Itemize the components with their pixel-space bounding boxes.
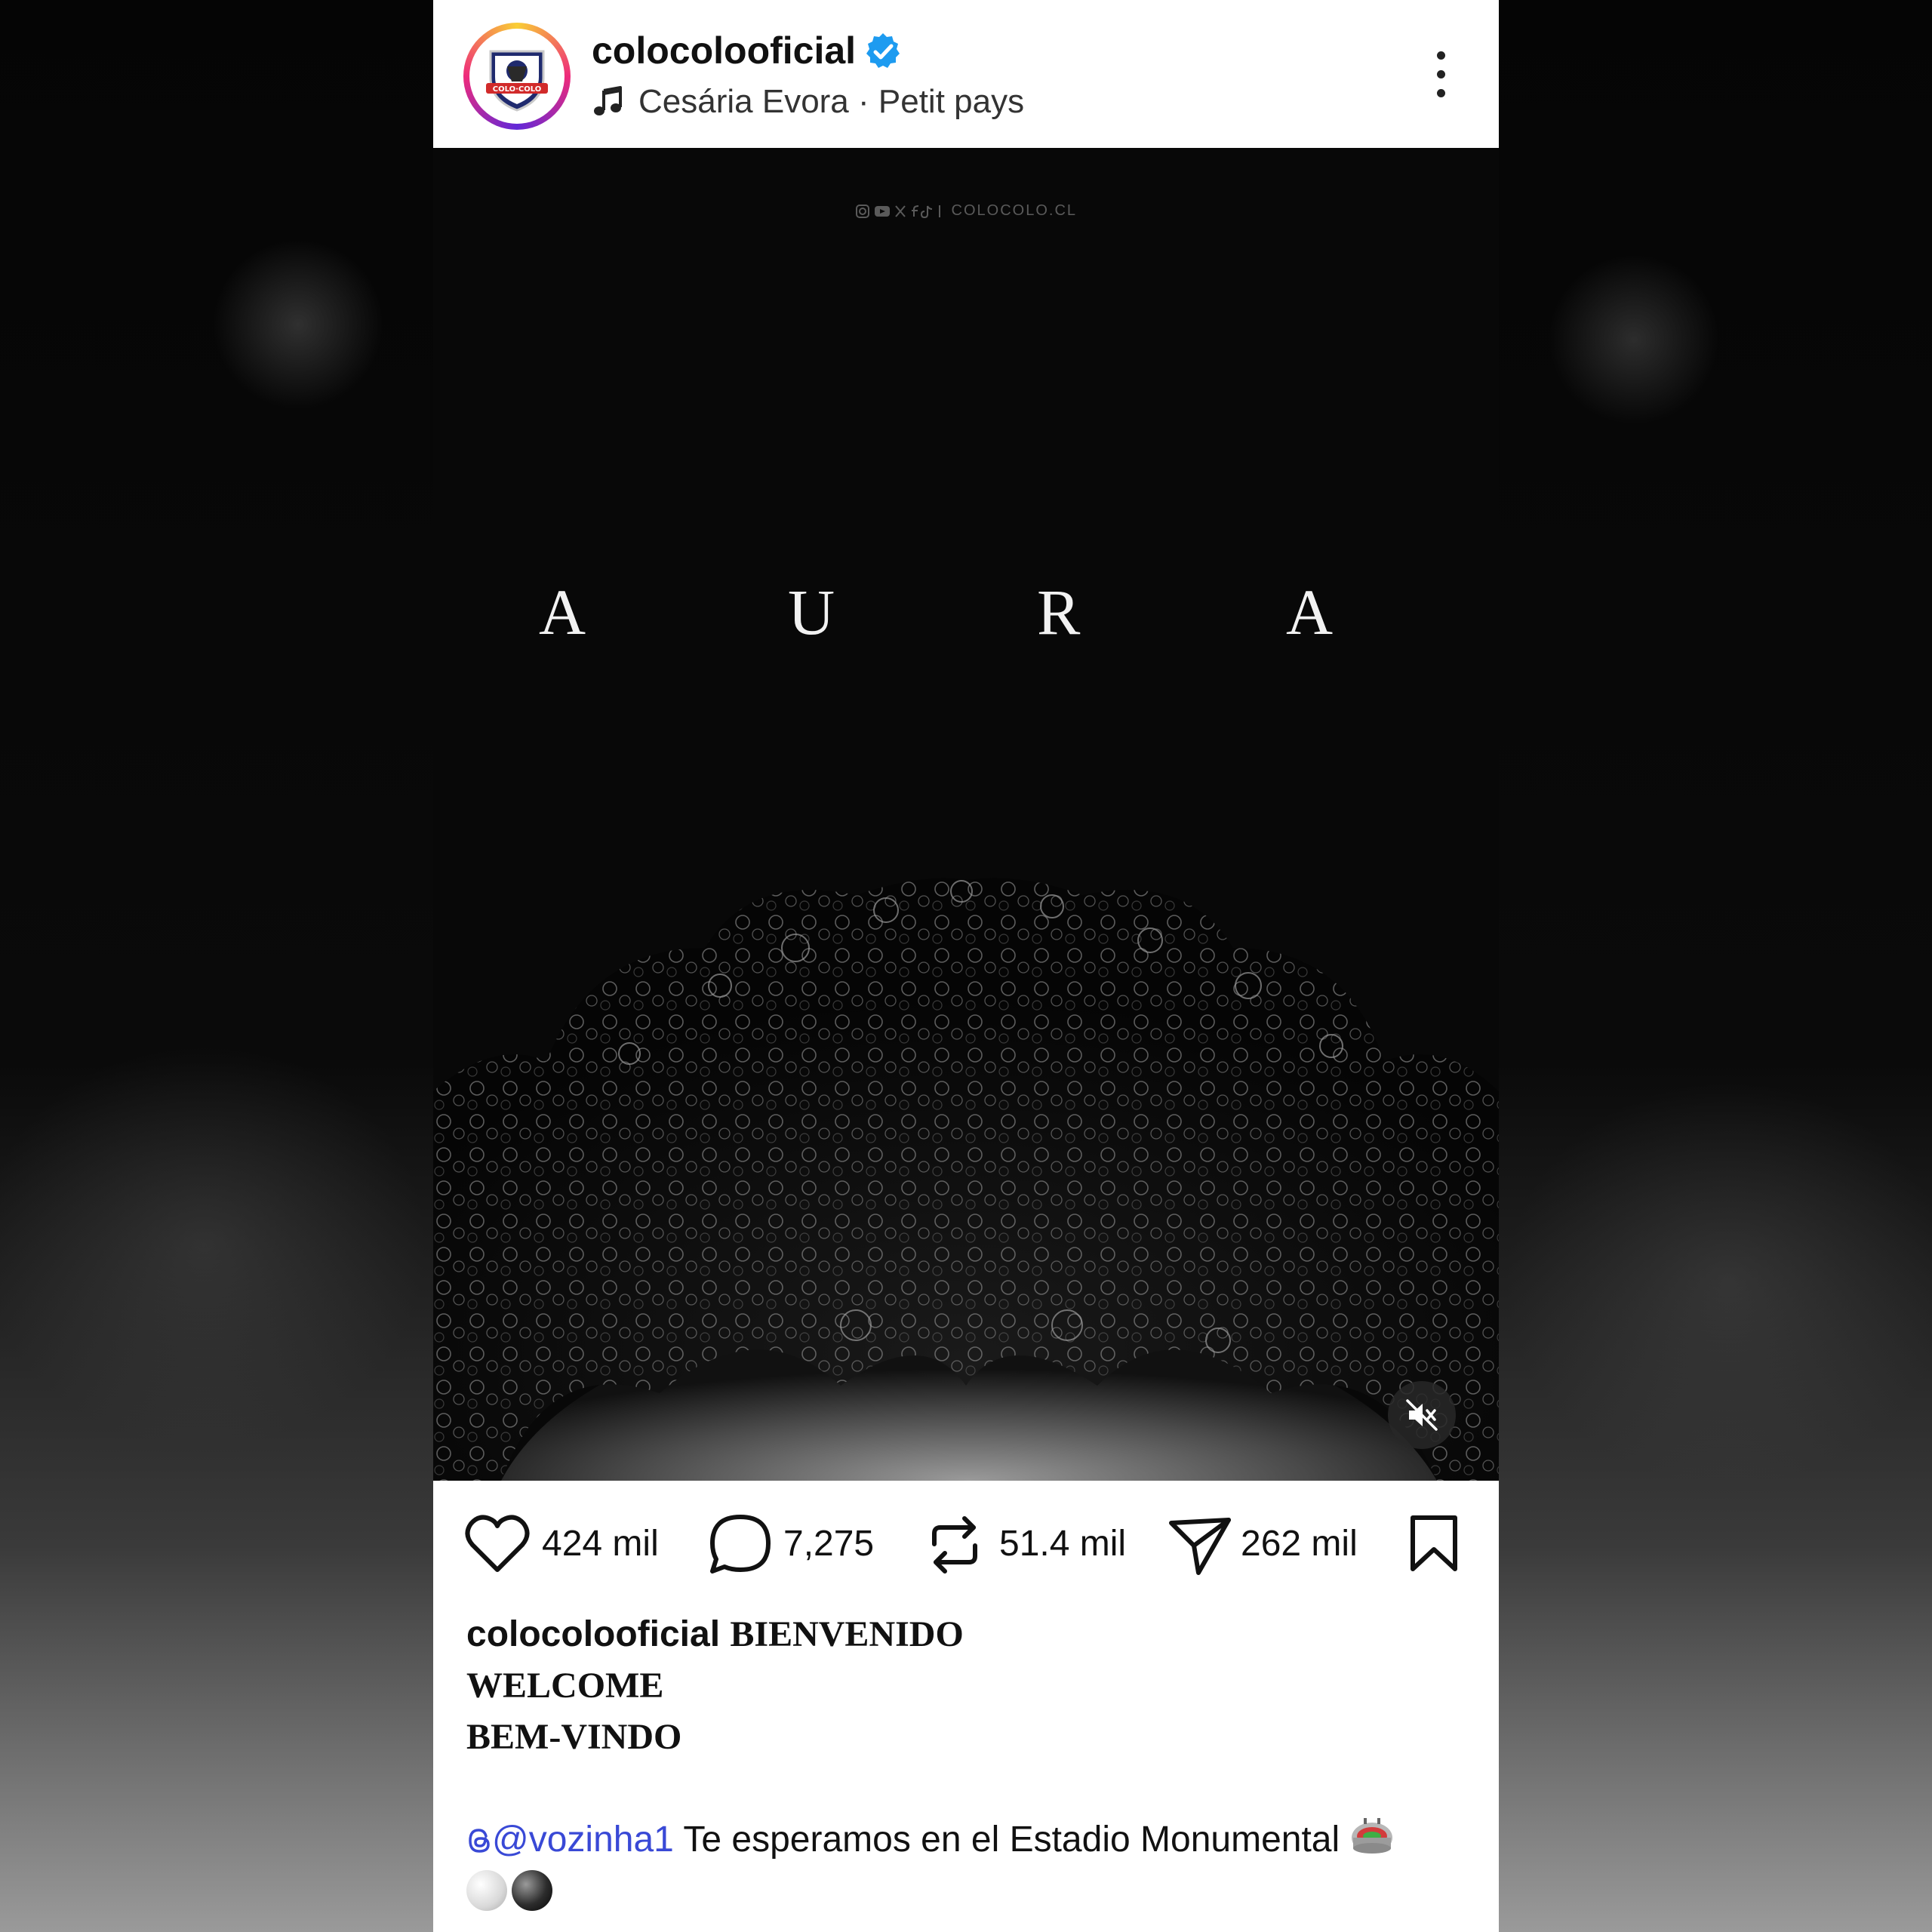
more-vertical-icon [1436, 51, 1445, 60]
likes-count: 424 mil [542, 1524, 659, 1564]
caption-line: BEM-VINDO [466, 1717, 682, 1757]
repost-button[interactable]: 51.4 mil [921, 1511, 1140, 1579]
mention-link[interactable]: @vozinha1 [466, 1820, 674, 1860]
volume-muted-icon [1406, 1399, 1438, 1431]
threads-icon [469, 1829, 490, 1853]
title-letter: A [539, 576, 586, 648]
repost-icon [932, 1516, 977, 1574]
social-icons [855, 204, 940, 218]
watermark-text: COLOCOLO.CL [951, 202, 1078, 219]
post-actions: 424 mil 7,275 51.4 mil 262 mil [433, 1481, 1499, 1609]
share-button[interactable]: 262 mil [1165, 1511, 1384, 1579]
white-circle-emoji-icon [466, 1870, 507, 1911]
comment-button[interactable]: 7,275 [706, 1511, 888, 1579]
stadium-emoji-icon [1351, 1818, 1392, 1854]
caption-line: WELCOME [466, 1666, 664, 1706]
title-letter: A [1286, 576, 1334, 648]
title-letter: U [788, 576, 835, 648]
reposts-count: 51.4 mil [999, 1524, 1127, 1564]
comments-count: 7,275 [783, 1524, 875, 1564]
music-note-icon [594, 86, 622, 115]
verified-badge-icon [866, 33, 900, 68]
svg-text:COLO·COLO: COLO·COLO [493, 85, 542, 94]
caption-message: Te esperamos en el Estadio Monumental [683, 1820, 1340, 1860]
share-icon [1169, 1518, 1231, 1575]
mute-button[interactable] [1388, 1381, 1456, 1449]
bookmark-icon[interactable] [1407, 1513, 1461, 1574]
song-info[interactable]: Cesária Evora · Petit pays [638, 83, 1024, 121]
club-crest-logo: COLO·COLO [486, 50, 548, 112]
comment-icon [710, 1515, 771, 1574]
avatar[interactable]: COLO·COLO [463, 23, 571, 130]
hair-photo [433, 878, 1499, 1481]
post-caption: colocolooficial BIENVENIDO WELCOME BEM-V… [466, 1609, 1470, 1912]
post-username[interactable]: colocolooficial [592, 29, 856, 72]
heart-icon [465, 1515, 530, 1572]
black-circle-emoji-icon [512, 1870, 552, 1911]
caption-username[interactable]: colocolooficial [466, 1614, 720, 1654]
emoji-row [466, 1867, 1470, 1912]
caption-line: BIENVENIDO [730, 1614, 964, 1654]
like-button[interactable]: 424 mil [463, 1511, 682, 1579]
post-card: COLO·COLO colocolooficial Cesária Evora … [433, 0, 1499, 1932]
title-letter: R [1037, 576, 1081, 648]
more-options-button[interactable] [1429, 51, 1452, 104]
social-watermark: COLOCOLO.CL [433, 202, 1499, 220]
post-media[interactable]: COLOCOLO.CL A U R A [433, 148, 1499, 1481]
post-header: COLO·COLO colocolooficial Cesária Evora … [433, 0, 1499, 148]
shares-count: 262 mil [1241, 1524, 1358, 1564]
